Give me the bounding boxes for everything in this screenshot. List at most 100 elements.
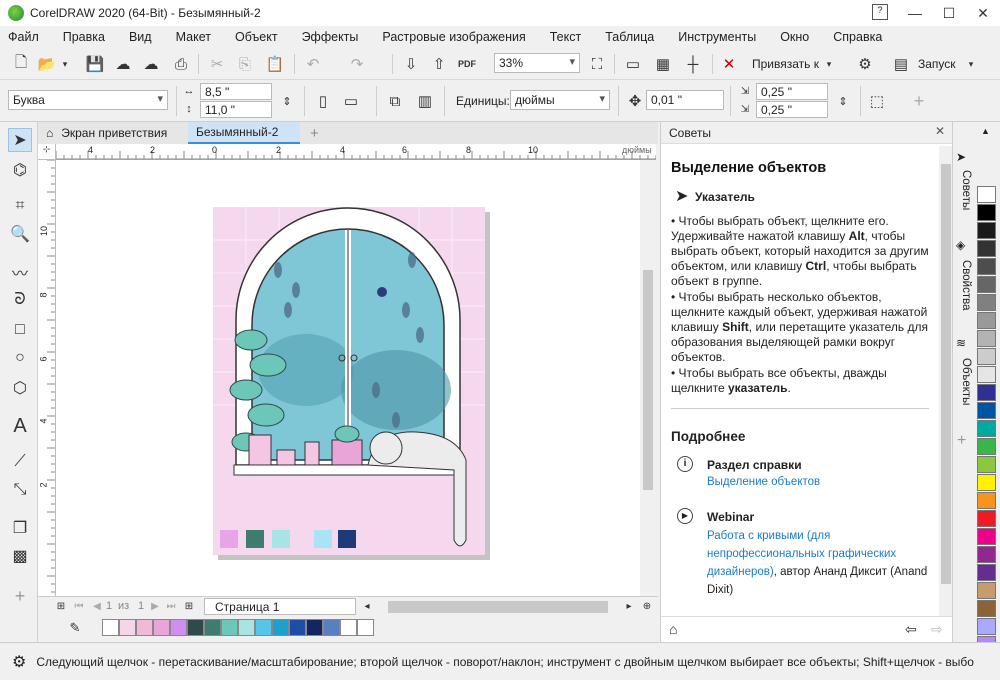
- docker-close-icon[interactable]: ✕: [935, 124, 945, 138]
- tab-welcome-screen[interactable]: ⌂ Экран приветствия: [38, 122, 188, 144]
- vertical-ruler[interactable]: 10 8 6 4 2: [38, 160, 56, 596]
- scroll-right-icon[interactable]: ▸: [622, 597, 636, 615]
- menu-bitmaps[interactable]: Растровые изображения: [382, 30, 525, 44]
- next-page-icon[interactable]: ▶: [148, 597, 162, 615]
- duplicate-spinner-icon[interactable]: ⇕: [832, 90, 854, 112]
- pick-tool-icon[interactable]: ➤: [8, 128, 32, 152]
- menu-view[interactable]: Вид: [129, 30, 152, 44]
- palette-swatch[interactable]: [977, 330, 996, 347]
- add-page-after-icon[interactable]: ⊞: [182, 597, 196, 615]
- eyedropper-icon[interactable]: ✎: [64, 617, 86, 639]
- duplicate-x-field[interactable]: 0,25 ": [756, 83, 828, 100]
- ruler-origin-icon[interactable]: ⊹: [38, 144, 56, 160]
- cloud-download-icon[interactable]: ☁: [112, 53, 134, 75]
- palette-swatch[interactable]: [977, 528, 996, 545]
- save-icon[interactable]: 💾: [84, 53, 106, 75]
- palette-swatch[interactable]: [238, 619, 255, 636]
- zoom-to-page-icon[interactable]: ⛶: [586, 53, 608, 75]
- palette-swatch[interactable]: [170, 619, 187, 636]
- tab-hints[interactable]: Советы: [956, 170, 972, 210]
- polygon-tool-icon[interactable]: ⬡: [8, 376, 32, 400]
- rectangle-tool-icon[interactable]: □: [8, 318, 32, 342]
- launch-label[interactable]: Запуск: [918, 57, 956, 71]
- page-width-field[interactable]: 8,5 ": [200, 83, 272, 100]
- copy-icon[interactable]: ⎘: [234, 53, 256, 75]
- menu-table[interactable]: Таблица: [605, 30, 654, 44]
- navigator-zoom-icon[interactable]: ⊕: [640, 597, 654, 615]
- palette-swatch[interactable]: [221, 619, 238, 636]
- connector-tool-icon[interactable]: ⤡: [8, 478, 32, 502]
- palette-swatch[interactable]: [977, 366, 996, 383]
- snap-dropdown-chevron-icon[interactable]: ▾: [822, 53, 836, 75]
- tab-document[interactable]: Безымянный-2: [188, 122, 300, 144]
- maximize-button[interactable]: ☐: [932, 0, 966, 26]
- menu-file[interactable]: Файл: [8, 30, 39, 44]
- menu-object[interactable]: Объект: [235, 30, 278, 44]
- menu-text[interactable]: Текст: [550, 30, 581, 44]
- palette-swatch[interactable]: [977, 240, 996, 257]
- menu-window[interactable]: Окно: [780, 30, 809, 44]
- launcher-icon[interactable]: ▤: [890, 53, 912, 75]
- palette-swatch[interactable]: [153, 619, 170, 636]
- ellipse-tool-icon[interactable]: ○: [8, 346, 32, 370]
- portrait-orientation-icon[interactable]: ▯: [312, 90, 334, 112]
- menu-tools[interactable]: Инструменты: [678, 30, 756, 44]
- palette-swatch[interactable]: [977, 582, 996, 599]
- artwork-illustration[interactable]: [56, 160, 640, 596]
- palette-up-icon[interactable]: ▲: [981, 126, 990, 136]
- landscape-orientation-icon[interactable]: ▭: [340, 90, 362, 112]
- cut-icon[interactable]: ✂: [206, 53, 228, 75]
- docker-scrollbar[interactable]: [939, 146, 953, 616]
- docker-scroll-thumb[interactable]: [941, 164, 951, 584]
- tab-properties[interactable]: Свойства: [956, 260, 972, 311]
- open-dropdown-chevron-icon[interactable]: ▾: [58, 53, 72, 75]
- palette-swatch[interactable]: [204, 619, 221, 636]
- undo-icon[interactable]: ↶: [302, 53, 324, 75]
- palette-swatch[interactable]: [340, 619, 357, 636]
- previous-page-icon[interactable]: ◀: [90, 597, 104, 615]
- palette-swatch[interactable]: [977, 456, 996, 473]
- palette-swatch[interactable]: [977, 474, 996, 491]
- palette-swatch[interactable]: [255, 619, 272, 636]
- docker-back-icon[interactable]: ⇦: [905, 621, 917, 638]
- scroll-left-icon[interactable]: ◂: [360, 597, 374, 615]
- palette-swatch[interactable]: [977, 258, 996, 275]
- palette-swatch[interactable]: [977, 438, 996, 455]
- docker-forward-icon[interactable]: ⇨: [931, 621, 943, 638]
- cloud-upload-icon[interactable]: ☁: [140, 53, 162, 75]
- add-quick-customize-icon[interactable]: +: [908, 90, 930, 112]
- palette-swatch[interactable]: [977, 348, 996, 365]
- palette-swatch[interactable]: [977, 600, 996, 617]
- palette-swatch[interactable]: [977, 402, 996, 419]
- drop-shadow-tool-icon[interactable]: ❐: [8, 516, 32, 540]
- launch-dropdown-chevron-icon[interactable]: ▾: [964, 53, 978, 75]
- artistic-media-tool-icon[interactable]: ᘐ: [8, 288, 32, 312]
- text-tool-icon[interactable]: A: [8, 414, 32, 438]
- zoom-level-select[interactable]: 33%: [494, 53, 580, 73]
- show-guidelines-icon[interactable]: ┼: [682, 53, 704, 75]
- snap-off-icon[interactable]: ✕: [718, 53, 740, 75]
- transparency-tool-icon[interactable]: ▩: [8, 544, 32, 568]
- paper-size-select[interactable]: Буква: [8, 90, 168, 110]
- page-tab-1[interactable]: Страница 1: [204, 598, 356, 615]
- help-question-icon[interactable]: ?: [872, 4, 888, 20]
- palette-swatch[interactable]: [977, 510, 996, 527]
- palette-swatch[interactable]: [306, 619, 323, 636]
- first-page-icon[interactable]: ⏮: [72, 597, 86, 615]
- freehand-tool-icon[interactable]: 〰: [8, 260, 32, 284]
- vertical-scroll-thumb[interactable]: [643, 270, 653, 490]
- palette-swatch[interactable]: [977, 312, 996, 329]
- palette-swatch[interactable]: [977, 276, 996, 293]
- all-pages-icon[interactable]: ⧉: [384, 90, 406, 112]
- minimize-button[interactable]: —: [898, 0, 932, 26]
- docker-home-icon[interactable]: ⌂: [669, 621, 677, 637]
- parallel-dimension-tool-icon[interactable]: ⟋: [8, 450, 32, 474]
- shape-tool-icon[interactable]: ⌬: [8, 158, 32, 182]
- units-select[interactable]: дюймы: [510, 90, 610, 110]
- palette-swatch[interactable]: [977, 420, 996, 437]
- palette-swatch[interactable]: [977, 546, 996, 563]
- palette-swatch[interactable]: [977, 384, 996, 401]
- publish-pdf-icon[interactable]: PDF: [456, 53, 478, 75]
- help-topic-link[interactable]: Выделение объектов: [707, 476, 820, 488]
- status-gear-icon[interactable]: ⚙: [12, 652, 26, 672]
